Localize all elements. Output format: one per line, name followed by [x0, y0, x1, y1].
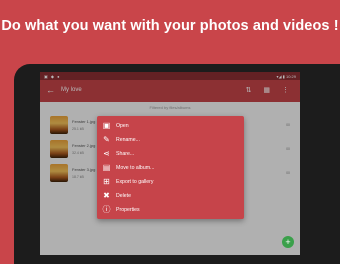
- delete-icon: ✖: [103, 191, 110, 200]
- info-icon: ⓘ: [102, 205, 111, 214]
- menu-item-export-to-gallery[interactable]: ⊞ Export to gallery: [97, 175, 244, 189]
- menu-item-label: Share...: [116, 151, 135, 157]
- menu-item-rename[interactable]: ✎ Rename...: [97, 133, 244, 147]
- image-icon: ▣: [102, 121, 111, 130]
- menu-item-label: Export to gallery: [116, 179, 154, 185]
- menu-item-properties[interactable]: ⓘ Properties: [97, 203, 244, 217]
- menu-item-label: Move to album...: [116, 165, 155, 171]
- context-menu: ▣ Open ✎ Rename... ⋖ Share... ▤ Move to …: [97, 116, 244, 219]
- menu-item-label: Rename...: [116, 137, 140, 143]
- menu-item-label: Properties: [116, 207, 140, 213]
- share-icon: ⋖: [103, 149, 110, 158]
- menu-item-delete[interactable]: ✖ Delete: [97, 189, 244, 203]
- add-fab-button[interactable]: +: [282, 236, 294, 248]
- folder-move-icon: ▤: [102, 163, 111, 172]
- menu-item-label: Delete: [116, 193, 131, 199]
- menu-item-share[interactable]: ⋖ Share...: [97, 147, 244, 161]
- pencil-icon: ✎: [103, 135, 110, 144]
- headline: Do what you want with your photos and vi…: [1, 18, 339, 34]
- app-screen: ▣ ◆ ● ▾◢ ▮ 10:29 ← My love ⇅ ▦ ⋮ Filtere…: [40, 72, 300, 255]
- gallery-export-icon: ⊞: [103, 177, 110, 186]
- menu-item-open[interactable]: ▣ Open: [97, 119, 244, 133]
- menu-item-label: Open: [116, 123, 129, 129]
- menu-item-move-to-album[interactable]: ▤ Move to album...: [97, 161, 244, 175]
